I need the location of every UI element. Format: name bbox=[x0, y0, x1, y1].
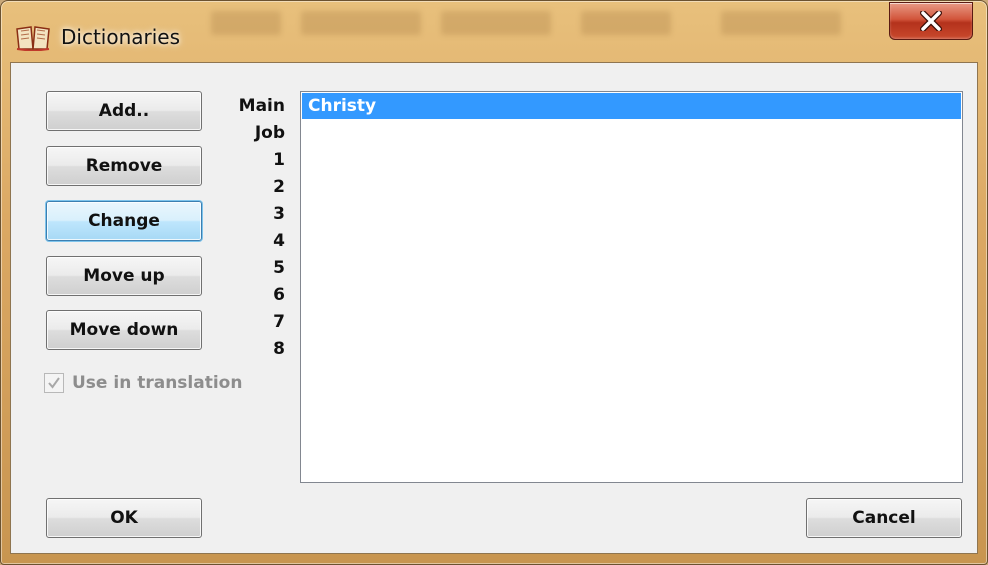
slot-label: 5 bbox=[273, 258, 285, 278]
remove-button[interactable]: Remove bbox=[46, 146, 202, 186]
slot-label: 3 bbox=[273, 204, 285, 224]
use-in-translation-checkbox[interactable]: Use in translation bbox=[44, 373, 242, 393]
checkbox-label: Use in translation bbox=[72, 373, 243, 393]
close-x-icon bbox=[920, 11, 942, 31]
dictionaries-dialog: Dictionaries Add.. Remove Change Move up… bbox=[0, 0, 988, 565]
slot-label: Main bbox=[238, 96, 285, 116]
move-down-button[interactable]: Move down bbox=[46, 310, 202, 350]
slot-label: 1 bbox=[273, 150, 285, 170]
checkbox-box[interactable] bbox=[44, 373, 64, 393]
open-book-icon bbox=[16, 26, 50, 51]
list-item[interactable]: Christy bbox=[302, 93, 961, 119]
dialog-client-area: Add.. Remove Change Move up Move down Us… bbox=[10, 62, 978, 554]
slot-label: 6 bbox=[273, 285, 285, 305]
ok-button[interactable]: OK bbox=[46, 498, 202, 538]
move-up-button[interactable]: Move up bbox=[46, 256, 202, 296]
dictionary-slot-labels: Main Job 1 2 3 4 5 6 7 8 bbox=[221, 93, 285, 363]
slot-label: 2 bbox=[273, 177, 285, 197]
checkmark-icon bbox=[48, 377, 60, 389]
slot-label: 8 bbox=[273, 339, 285, 359]
change-button[interactable]: Change bbox=[46, 201, 202, 241]
slot-label: 7 bbox=[273, 312, 285, 332]
slot-label: 4 bbox=[273, 231, 285, 251]
cancel-button[interactable]: Cancel bbox=[806, 498, 962, 538]
slot-label: Job bbox=[254, 123, 285, 143]
window-title: Dictionaries bbox=[61, 25, 181, 49]
close-button[interactable] bbox=[889, 2, 973, 40]
add-button[interactable]: Add.. bbox=[46, 91, 202, 131]
dictionary-list[interactable]: Christy bbox=[300, 91, 963, 483]
